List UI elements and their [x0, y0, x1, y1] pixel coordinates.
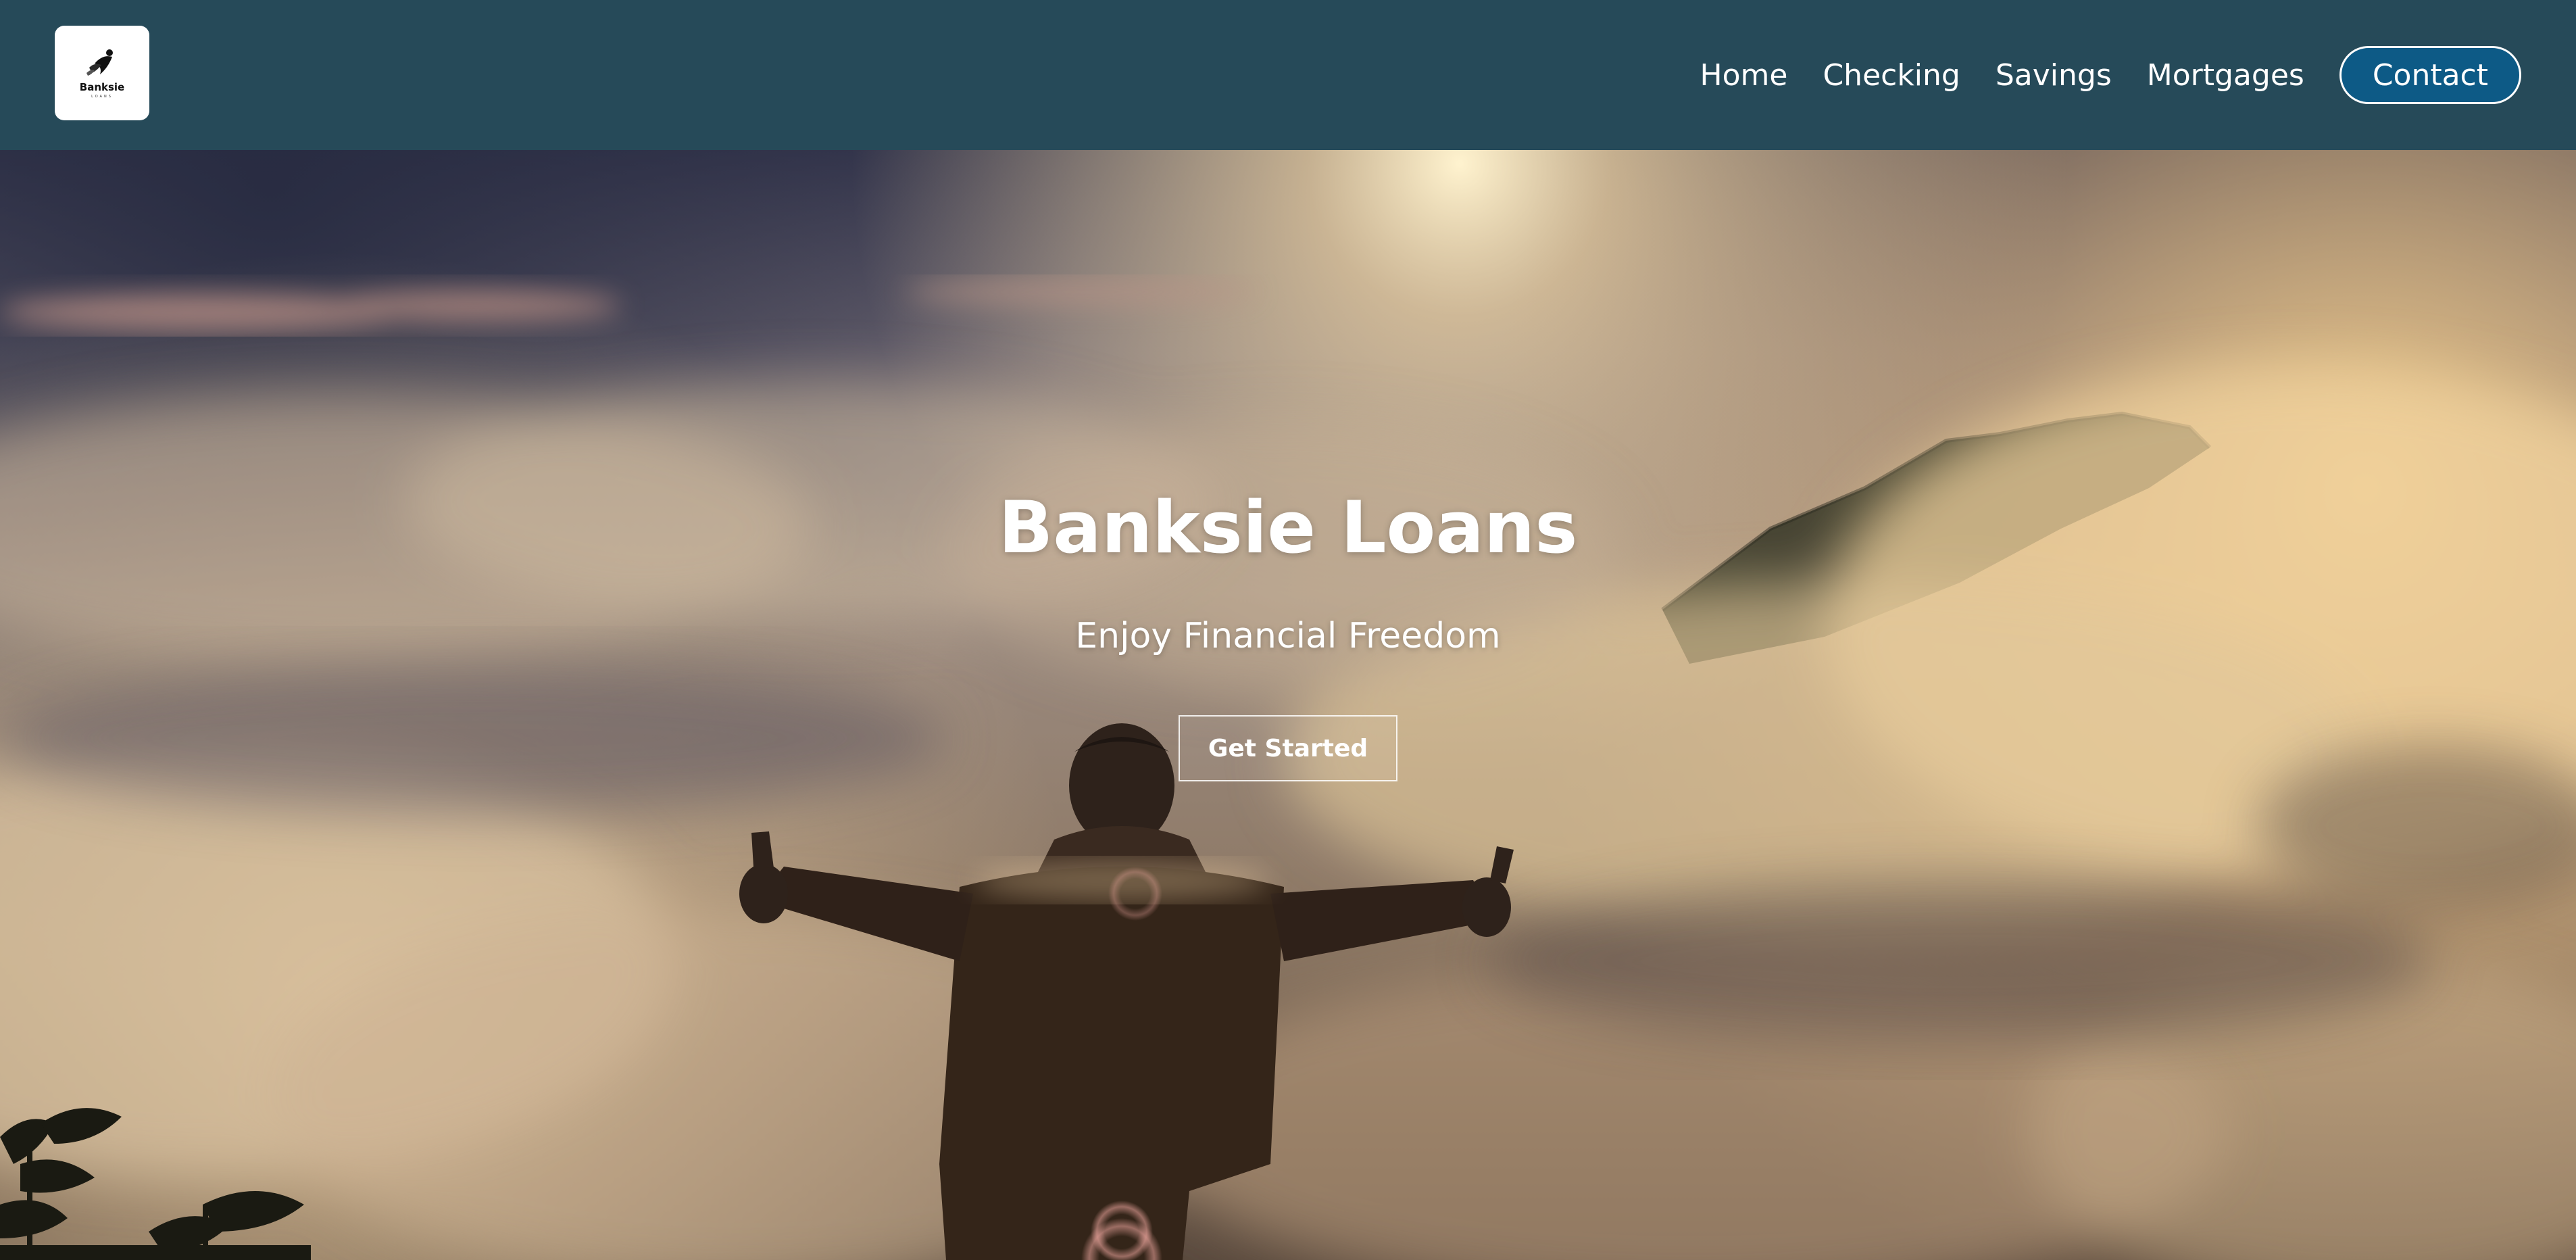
- hero-title: Banksie Loans: [998, 486, 1578, 569]
- brand-mark-icon: [86, 49, 113, 76]
- nav-mortgages[interactable]: Mortgages: [2147, 58, 2304, 93]
- logo-link[interactable]: Banksie LOANS: [55, 26, 149, 120]
- hero-section: Banksie Loans Enjoy Financial Freedom Ge…: [0, 150, 2576, 1260]
- contact-button[interactable]: Contact: [2339, 46, 2521, 104]
- logo-wordmark: Banksie: [79, 81, 125, 93]
- hero-content: Banksie Loans Enjoy Financial Freedom Ge…: [0, 150, 2576, 1260]
- page: Banksie LOANS Home Checking Savings Mort…: [0, 0, 2576, 1260]
- hero-subtitle: Enjoy Financial Freedom: [1075, 616, 1501, 656]
- main-nav: Home Checking Savings Mortgages Contact: [1665, 0, 2521, 150]
- logo-subtext: LOANS: [91, 95, 113, 99]
- get-started-button[interactable]: Get Started: [1179, 715, 1397, 781]
- site-header: Banksie LOANS Home Checking Savings Mort…: [0, 0, 2576, 150]
- nav-home[interactable]: Home: [1700, 58, 1788, 93]
- nav-savings[interactable]: Savings: [1996, 58, 2112, 93]
- nav-checking[interactable]: Checking: [1823, 58, 1960, 93]
